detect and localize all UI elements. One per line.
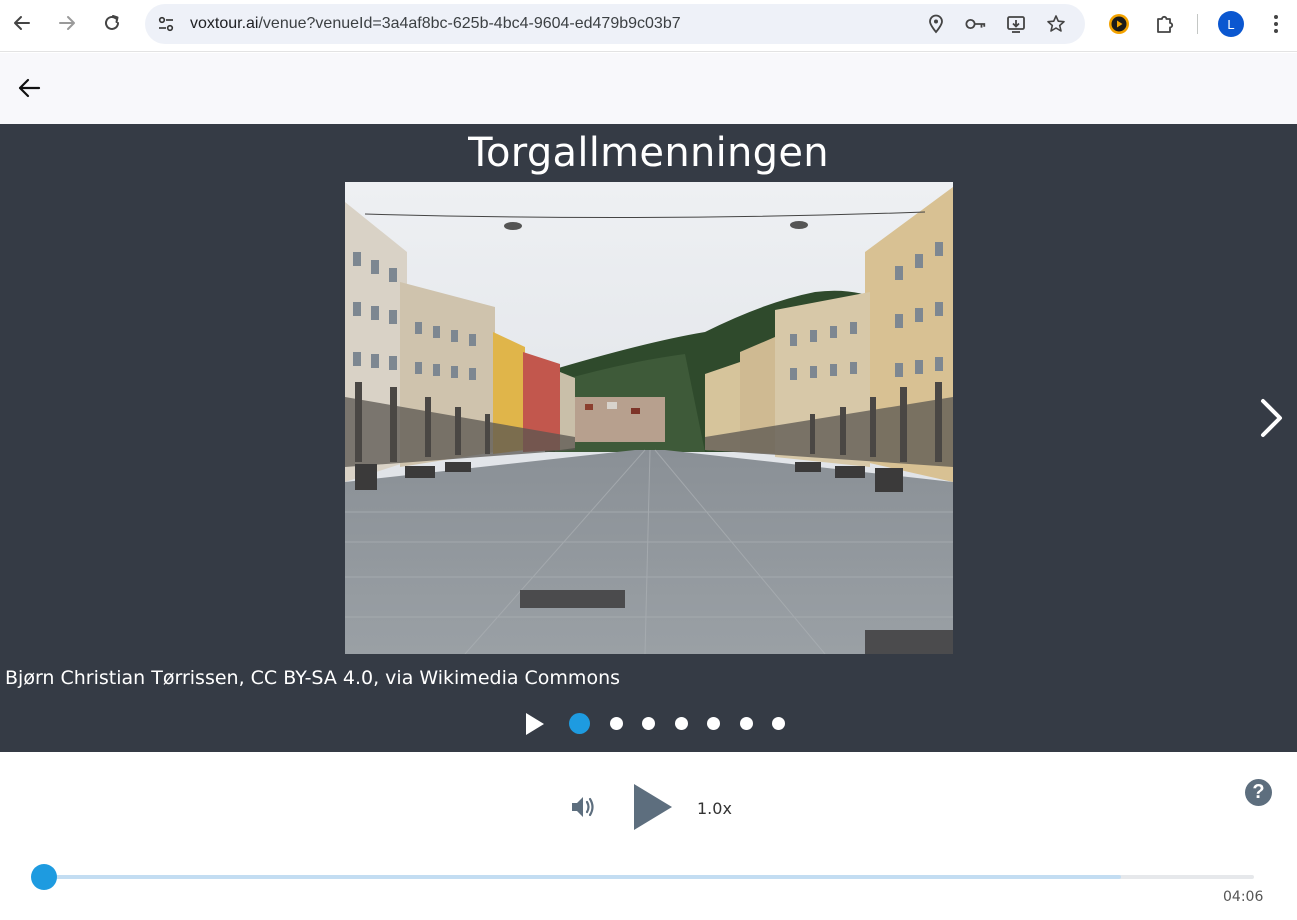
url-host: voxtour.ai xyxy=(190,15,259,32)
image-credit: Bjørn Christian Tørrissen, CC BY-SA 4.0,… xyxy=(5,667,621,689)
password-key-icon[interactable] xyxy=(965,13,987,35)
browser-reload-button[interactable] xyxy=(97,8,127,38)
browser-back-button[interactable] xyxy=(7,8,37,38)
slide-dot-2[interactable] xyxy=(610,717,623,730)
location-icon[interactable] xyxy=(925,13,947,35)
url-path: /venue?venueId=3a4af8bc-625b-4bc4-9604-e… xyxy=(258,15,681,32)
progress-track[interactable] xyxy=(44,875,1254,879)
extension-player-icon[interactable] xyxy=(1106,11,1132,37)
slide-dot-6[interactable] xyxy=(740,717,753,730)
chevron-right-icon xyxy=(1261,399,1282,437)
volume-button[interactable] xyxy=(569,794,599,820)
app-header xyxy=(0,53,1297,124)
venue-photo xyxy=(345,182,953,654)
audio-player: 1.0x ? 04:06 xyxy=(0,752,1297,920)
arrow-right-icon xyxy=(59,16,75,30)
more-menu-icon[interactable] xyxy=(1263,11,1289,37)
volume-icon xyxy=(572,797,594,817)
playback-speed-button[interactable]: 1.0x xyxy=(697,799,732,818)
venue-slideshow: Torgallmenningen Bjørn Christian Tørriss… xyxy=(0,124,1297,752)
audio-play-button[interactable] xyxy=(630,782,676,832)
venue-title: Torgallmenningen xyxy=(468,130,829,176)
play-icon xyxy=(526,713,544,735)
arrow-left-icon xyxy=(14,16,30,30)
slide-dot-1[interactable] xyxy=(569,713,590,734)
reload-icon xyxy=(105,15,119,30)
duration-label: 04:06 xyxy=(1223,889,1264,905)
profile-avatar[interactable]: L xyxy=(1218,11,1244,37)
slide-dot-5[interactable] xyxy=(707,717,720,730)
url-text: voxtour.ai/venue?venueId=3a4af8bc-625b-4… xyxy=(190,15,681,33)
extensions-puzzle-icon[interactable] xyxy=(1152,11,1178,37)
install-app-icon[interactable] xyxy=(1005,13,1027,35)
site-settings-icon[interactable] xyxy=(155,13,177,35)
next-slide-button[interactable] xyxy=(1254,396,1288,440)
slide-dot-4[interactable] xyxy=(675,717,688,730)
slide-dot-7[interactable] xyxy=(772,717,785,730)
browser-toolbar: voxtour.ai/venue?venueId=3a4af8bc-625b-4… xyxy=(0,0,1297,52)
slideshow-play-button[interactable] xyxy=(522,712,546,736)
toolbar-divider xyxy=(1197,14,1198,34)
slide-dot-3[interactable] xyxy=(642,717,655,730)
buffered-progress xyxy=(44,875,1121,879)
browser-forward-button[interactable] xyxy=(52,8,82,38)
back-button[interactable] xyxy=(16,75,42,101)
progress-thumb[interactable] xyxy=(31,864,57,890)
address-bar[interactable]: voxtour.ai/venue?venueId=3a4af8bc-625b-4… xyxy=(145,4,1085,44)
help-button[interactable]: ? xyxy=(1245,779,1272,806)
play-icon xyxy=(634,784,672,830)
arrow-left-icon xyxy=(18,78,41,98)
bookmark-star-icon[interactable] xyxy=(1045,13,1067,35)
plaza-photo-image xyxy=(345,182,953,654)
